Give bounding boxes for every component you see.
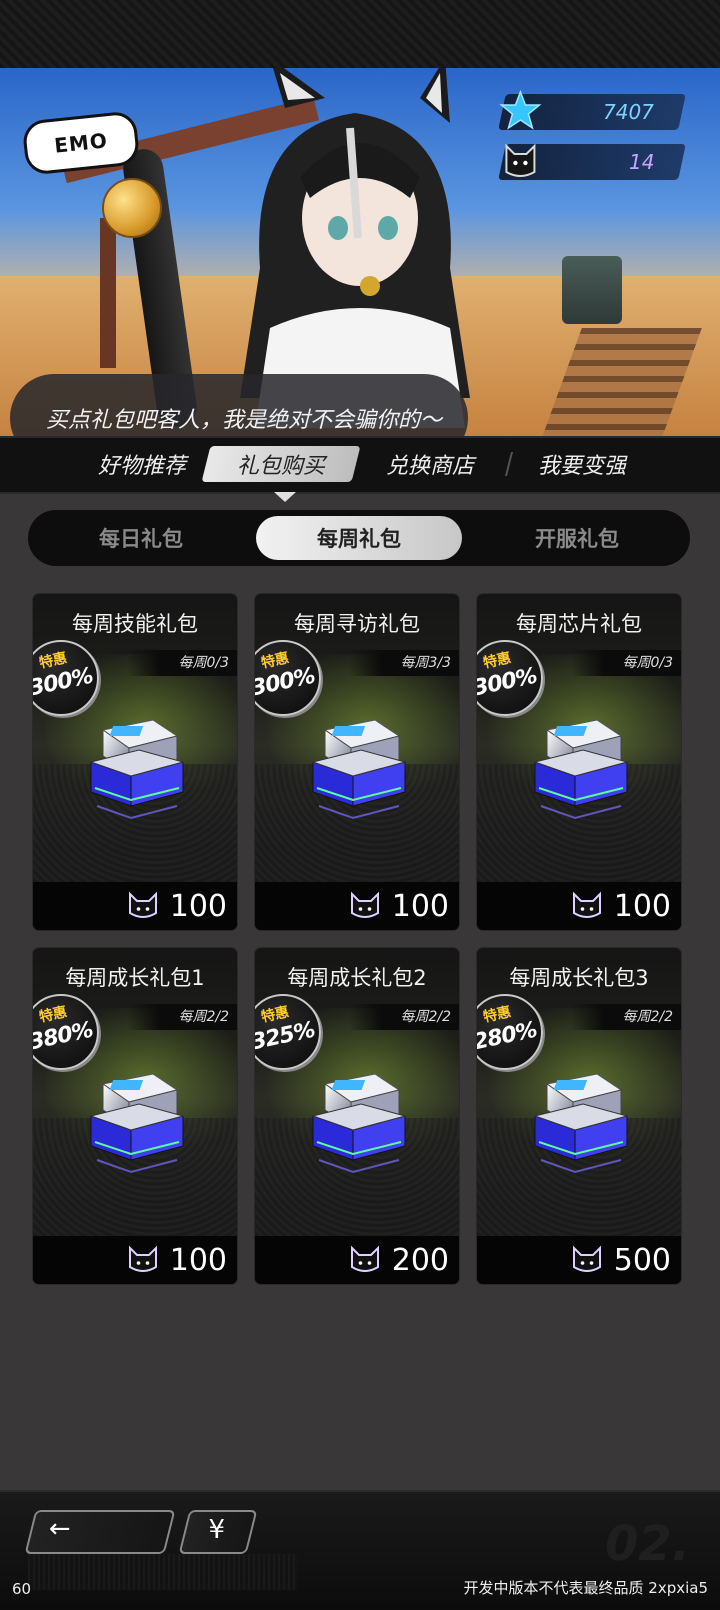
pack-chest-icon xyxy=(89,1073,185,1174)
cat-coin-icon xyxy=(505,143,536,177)
buy-price-button[interactable]: 100 xyxy=(255,882,459,930)
bridge-post xyxy=(100,218,116,368)
pack-chest-icon xyxy=(311,1073,407,1174)
purchase-limit: 每周2/2 xyxy=(349,1004,459,1030)
cat-coin-icon xyxy=(128,891,157,918)
price-value: 100 xyxy=(391,888,449,924)
subtab-label: 每周礼包 xyxy=(317,527,401,551)
bottom-bar: ← ¥ 02. 60 开发中版本不代表最终品质 2xpxia5 xyxy=(0,1490,720,1610)
tab-get-stronger[interactable]: 我要变强 xyxy=(522,446,642,482)
pack-card[interactable]: 每周技能礼包 每周0/3 特惠 + 300% 100 xyxy=(33,594,237,930)
buy-price-button[interactable]: 100 xyxy=(33,1236,237,1284)
cat-coin-icon xyxy=(350,1245,379,1272)
pack-card[interactable]: 每周成长礼包2 每周2/2 特惠 + 325% 200 xyxy=(255,948,459,1284)
subtab-launch[interactable]: 开服礼包 xyxy=(474,516,680,560)
decorative-noise xyxy=(28,1554,298,1590)
train-illustration xyxy=(562,256,622,324)
cat-coin-currency[interactable]: 14 xyxy=(498,143,686,180)
pack-title: 每周成长礼包3 xyxy=(509,966,649,990)
pack-title: 每周寻访礼包 xyxy=(294,612,420,636)
cat-coin-icon xyxy=(350,891,379,918)
tab-recommended[interactable]: 好物推荐 xyxy=(82,446,202,482)
yen-icon: ¥ xyxy=(208,1515,226,1545)
subtab-daily[interactable]: 每日礼包 xyxy=(38,516,244,560)
tab-label: 我要变强 xyxy=(537,454,626,479)
star-amount: 7407 xyxy=(603,100,654,124)
tab-exchange-shop[interactable]: 兑换商店 xyxy=(370,446,490,482)
pack-chest-icon xyxy=(533,719,629,820)
purchase-limit: 每周2/2 xyxy=(127,1004,237,1030)
pack-card[interactable]: 每周芯片礼包 每周0/3 特惠 + 300% 100 xyxy=(477,594,681,930)
subtab-weekly[interactable]: 每周礼包 xyxy=(256,516,462,560)
shopkeeper-dialog: 买点礼包吧客人，我是绝对不会骗你的～ xyxy=(10,374,468,436)
tab-label: 礼包购买 xyxy=(236,454,325,479)
purchase-limit: 每周0/3 xyxy=(127,650,237,676)
recharge-button[interactable]: ¥ xyxy=(178,1510,258,1554)
fps-counter: 60 xyxy=(12,1580,32,1598)
pack-card[interactable]: 每周成长礼包3 每周2/2 特惠 + 280% 500 xyxy=(477,948,681,1284)
build-note: 开发中版本不代表最终品质 2xpxia5 xyxy=(463,1579,709,1597)
pack-title: 每周成长礼包2 xyxy=(287,966,427,990)
pack-chest-icon xyxy=(311,719,407,820)
cat-coin-icon xyxy=(128,1245,157,1272)
pack-card[interactable]: 每周寻访礼包 每周3/3 特惠 + 300% 100 xyxy=(255,594,459,930)
shopkeeper-banner: EMO 7407 14 买点礼包吧客人，我是绝对不会骗你的～ xyxy=(0,68,720,436)
pack-title: 每周技能礼包 xyxy=(72,612,198,636)
star-currency[interactable]: 7407 xyxy=(498,89,686,130)
subtab-label: 每日礼包 xyxy=(99,527,183,551)
purchase-limit: 每周2/2 xyxy=(571,1004,681,1030)
price-value: 500 xyxy=(613,1242,671,1278)
buy-price-button[interactable]: 100 xyxy=(33,882,237,930)
tab-divider xyxy=(505,452,513,476)
tab-gift-packs[interactable]: 礼包购买 xyxy=(201,446,361,482)
cat-coin-icon xyxy=(572,891,601,918)
star-icon xyxy=(499,89,542,130)
dialog-text: 买点礼包吧客人，我是绝对不会骗你的～ xyxy=(46,408,443,433)
back-arrow-icon: ← xyxy=(48,1514,71,1544)
pack-card[interactable]: 每周成长礼包1 每周2/2 特惠 + 380% 100 xyxy=(33,948,237,1284)
buy-price-button[interactable]: 500 xyxy=(477,1236,681,1284)
price-value: 100 xyxy=(613,888,671,924)
active-tab-pointer xyxy=(274,492,296,502)
bell-illustration xyxy=(102,178,162,238)
page-watermark: 02. xyxy=(604,1516,690,1572)
pack-title: 每周芯片礼包 xyxy=(516,612,642,636)
price-value: 100 xyxy=(169,1242,227,1278)
tab-label: 好物推荐 xyxy=(97,454,186,479)
subtab-label: 开服礼包 xyxy=(535,527,619,551)
cat-coin-amount: 14 xyxy=(628,150,654,174)
pack-period-tabs: 每日礼包 每周礼包 开服礼包 xyxy=(28,510,690,566)
pack-chest-icon xyxy=(89,719,185,820)
price-value: 200 xyxy=(391,1242,449,1278)
purchase-limit: 每周3/3 xyxy=(349,650,459,676)
tab-label: 兑换商店 xyxy=(385,454,474,479)
buy-price-button[interactable]: 100 xyxy=(477,882,681,930)
status-bar xyxy=(0,0,720,68)
pack-title: 每周成长礼包1 xyxy=(65,966,205,990)
cat-coin-icon xyxy=(572,1245,601,1272)
purchase-limit: 每周0/3 xyxy=(571,650,681,676)
shop-nav: 好物推荐 礼包购买 兑换商店 我要变强 xyxy=(0,436,720,502)
back-button[interactable]: ← xyxy=(24,1510,176,1554)
price-value: 100 xyxy=(169,888,227,924)
buy-price-button[interactable]: 200 xyxy=(255,1236,459,1284)
pack-chest-icon xyxy=(533,1073,629,1174)
